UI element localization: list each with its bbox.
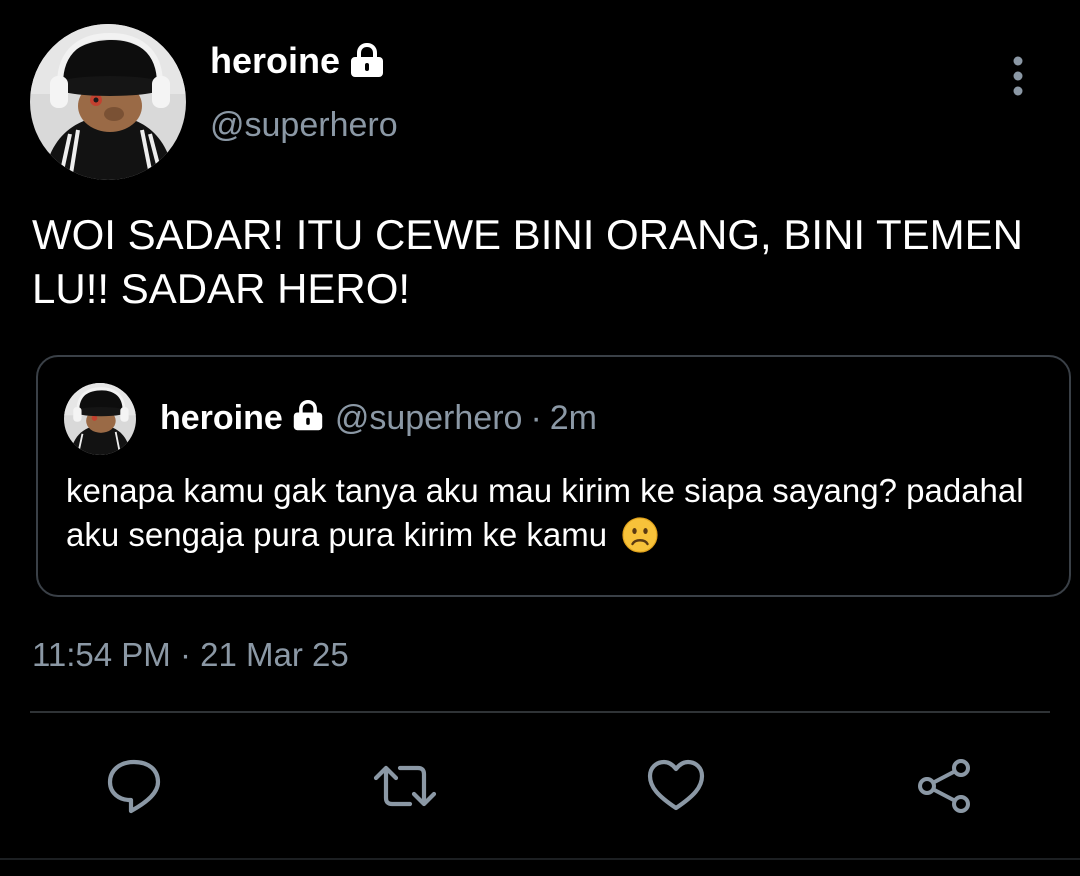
- share-icon: [914, 756, 974, 816]
- frowning-face-icon: [622, 517, 658, 564]
- quoted-display-name[interactable]: heroine: [160, 399, 283, 438]
- separator-dot: ·: [530, 399, 542, 437]
- divider: [30, 711, 1050, 713]
- author-display-name[interactable]: heroine: [210, 40, 386, 82]
- quoted-tweet-header: heroine @superhero · 2m: [160, 399, 597, 438]
- quoted-text-content: kenapa kamu gak tanya aku mau kirim ke s…: [66, 472, 1024, 553]
- lock-icon: [348, 43, 386, 79]
- tweet-text: WOI SADAR! ITU CEWE BINI ORANG, BINI TEM…: [32, 211, 1023, 312]
- tweet-date[interactable]: 21 Mar 25: [200, 636, 349, 673]
- tweet-time[interactable]: 11:54 PM: [32, 636, 171, 673]
- speech-bubble-icon: [104, 756, 164, 816]
- divider: [0, 858, 1080, 860]
- quoted-avatar[interactable]: [64, 383, 136, 455]
- reply-button[interactable]: [104, 756, 164, 816]
- quoted-tweet-card[interactable]: heroine @superhero · 2m kenapa kamu gak …: [36, 355, 1071, 597]
- quoted-time: 2m: [549, 399, 597, 437]
- author-handle[interactable]: @superhero: [210, 106, 398, 145]
- retweet-icon: [372, 756, 437, 816]
- like-button[interactable]: [646, 756, 706, 816]
- retweet-button[interactable]: [372, 756, 437, 816]
- separator-dot: ·: [179, 636, 191, 673]
- quoted-handle[interactable]: @superhero: [335, 399, 523, 438]
- heart-icon: [646, 756, 706, 816]
- share-button[interactable]: [914, 756, 974, 816]
- tweet-meta: 11:54 PM · 21 Mar 25: [32, 636, 349, 674]
- avatar[interactable]: [30, 24, 186, 180]
- more-options-icon[interactable]: [1004, 56, 1032, 96]
- author-name-text[interactable]: heroine: [210, 40, 340, 82]
- quoted-tweet-text: kenapa kamu gak tanya aku mau kirim ke s…: [66, 469, 1046, 564]
- lock-icon: [291, 399, 325, 437]
